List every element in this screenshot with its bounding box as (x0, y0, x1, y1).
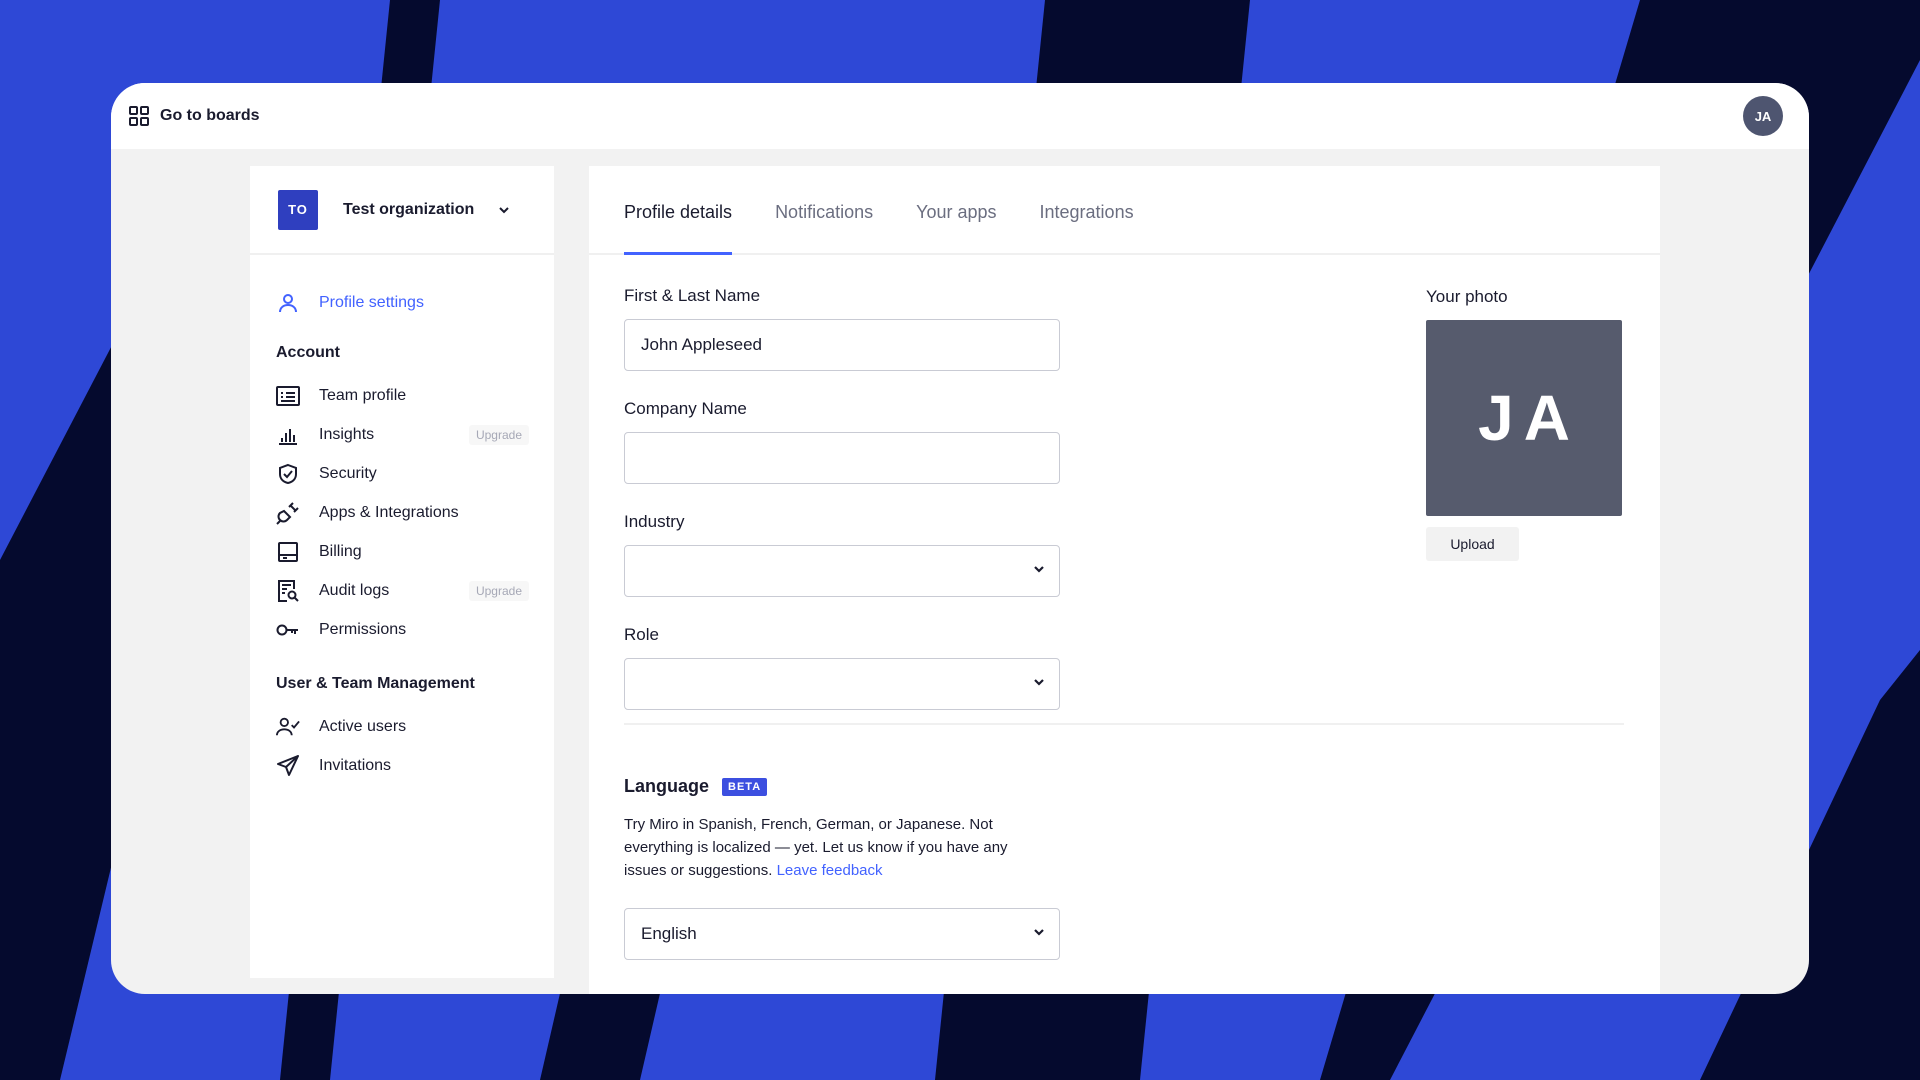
sidebar-item-label: Billing (319, 542, 362, 560)
chevron-down-icon (1033, 565, 1045, 573)
sidebar-item-audit-logs[interactable]: Audit logs Upgrade (276, 571, 529, 610)
language-select[interactable]: English (624, 908, 1060, 960)
sidebar-item-label: Active users (319, 717, 407, 735)
role-select[interactable] (624, 658, 1060, 710)
language-section: Language BETA Try Miro in Spanish, Frenc… (624, 776, 1060, 960)
sidebar-item-insights[interactable]: Insights Upgrade (276, 415, 529, 454)
chevron-down-icon (498, 206, 510, 214)
tab-your-apps[interactable]: Your apps (916, 202, 996, 253)
sidebar-item-team-profile[interactable]: Team profile (276, 376, 529, 415)
active-users-icon (276, 715, 300, 739)
organization-switcher[interactable]: TO Test organization (250, 166, 554, 255)
company-label: Company Name (624, 399, 747, 418)
sidebar-item-security[interactable]: Security (276, 454, 529, 493)
tab-notifications[interactable]: Notifications (775, 202, 873, 253)
name-label: First & Last Name (624, 286, 761, 305)
sidebar-item-apps-integrations[interactable]: Apps & Integrations (276, 493, 529, 532)
tab-integrations[interactable]: Integrations (1040, 202, 1134, 253)
org-badge: TO (278, 189, 318, 230)
sidebar-item-label: Permissions (319, 620, 407, 638)
paper-plane-icon (276, 754, 300, 778)
upload-button[interactable]: Upload (1426, 527, 1519, 561)
sidebar-item-label: Invitations (319, 756, 392, 774)
key-icon (276, 618, 300, 642)
industry-label: Industry (624, 512, 685, 531)
sidebar-item-label: Audit logs (319, 581, 390, 599)
user-avatar[interactable]: JA (1743, 96, 1783, 136)
name-input[interactable] (624, 319, 1060, 371)
sidebar-item-label: Team profile (319, 386, 407, 404)
profile-form: First & Last Name Company Name Industry … (624, 286, 1060, 738)
sidebar-item-label: Security (319, 464, 377, 482)
insights-icon (276, 423, 300, 447)
user-icon (276, 291, 300, 315)
language-description: Try Miro in Spanish, French, German, or … (624, 813, 1044, 882)
sidebar-item-profile-settings[interactable]: Profile settings (276, 283, 529, 322)
name-field-group: First & Last Name (624, 286, 1060, 371)
sidebar-item-label: Insights (319, 425, 375, 443)
leave-feedback-link[interactable]: Leave feedback (777, 862, 883, 879)
grid-icon (128, 105, 150, 127)
go-to-boards-label: Go to boards (160, 107, 260, 124)
photo-label: Your photo (1426, 287, 1508, 306)
account-heading: Account (276, 344, 340, 361)
app-window: Go to boards JA TO Test organization Pro… (111, 83, 1809, 994)
sidebar-item-permissions[interactable]: Permissions (276, 610, 529, 649)
industry-select[interactable] (624, 545, 1060, 597)
plug-icon (276, 501, 300, 525)
language-header: Language BETA (624, 776, 1060, 797)
role-field-group: Role (624, 625, 1060, 710)
upgrade-badge[interactable]: Upgrade (468, 424, 529, 445)
role-label: Role (624, 625, 659, 644)
settings-tabs: Profile details Notifications Your apps … (589, 166, 1660, 255)
team-profile-icon (276, 384, 300, 408)
settings-sidebar: TO Test organization Profile settings Ac… (250, 166, 554, 978)
language-title: Language (624, 776, 710, 796)
audit-logs-icon (276, 579, 300, 603)
industry-field-group: Industry (624, 512, 1060, 597)
company-field-group: Company Name (624, 399, 1060, 484)
profile-photo: JA (1426, 320, 1622, 516)
photo-section: Your photo JA Upload (1426, 287, 1622, 561)
go-to-boards-button[interactable]: Go to boards (128, 105, 260, 127)
section-divider (624, 723, 1624, 725)
main-panel: Profile details Notifications Your apps … (589, 166, 1660, 994)
language-value: English (641, 924, 697, 943)
org-name: Test organization (343, 200, 475, 218)
sidebar-item-invitations[interactable]: Invitations (276, 746, 529, 785)
user-team-management-heading: User & Team Management (276, 675, 475, 692)
sidebar-item-active-users[interactable]: Active users (276, 707, 529, 746)
billing-icon (276, 540, 300, 564)
top-bar: Go to boards JA (111, 83, 1809, 149)
sidebar-item-label: Profile settings (319, 293, 424, 311)
sidebar-nav: Profile settings Account Team profile In… (250, 255, 554, 785)
shield-icon (276, 462, 300, 486)
chevron-down-icon (1033, 928, 1045, 936)
upgrade-badge[interactable]: Upgrade (468, 580, 529, 601)
beta-badge: BETA (722, 777, 768, 796)
sidebar-item-label: Apps & Integrations (319, 503, 459, 521)
sidebar-item-billing[interactable]: Billing (276, 532, 529, 571)
company-input[interactable] (624, 432, 1060, 484)
tab-profile-details[interactable]: Profile details (624, 202, 733, 255)
chevron-down-icon (1033, 678, 1045, 686)
